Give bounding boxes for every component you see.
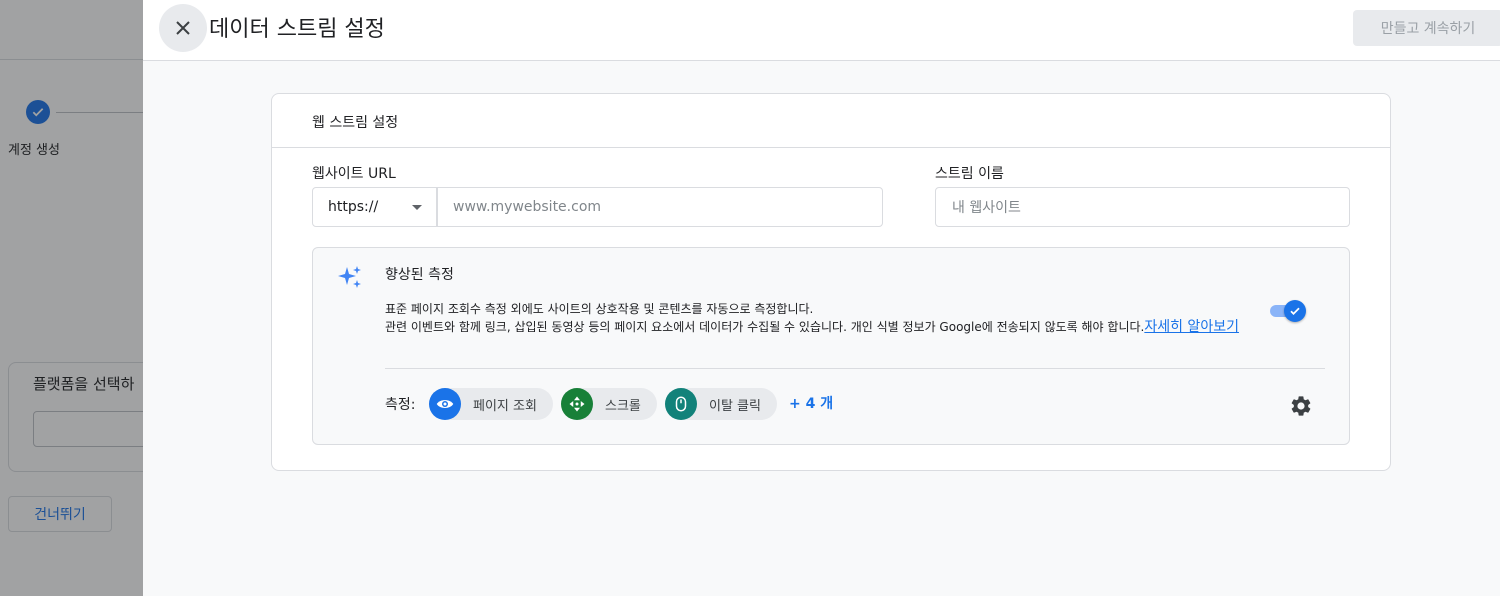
dropdown-arrow-icon <box>412 205 422 210</box>
website-url-input[interactable]: www.mywebsite.com <box>437 187 883 227</box>
create-and-continue-button[interactable]: 만들고 계속하기 <box>1353 10 1500 46</box>
drawer-title: 데이터 스트림 설정 <box>209 17 385 42</box>
chip-label: 페이지 조회 <box>473 398 537 414</box>
data-stream-drawer: 데이터 스트림 설정 만들고 계속하기 웹 스트림 설정 웹사이트 URL ht… <box>143 0 1500 596</box>
description-line-2-text: 관련 이벤트와 함께 링크, 삽입된 동영상 등의 페이지 요소에서 데이터가 … <box>385 320 1145 334</box>
enhanced-measurement-toggle[interactable] <box>1268 300 1306 322</box>
chip-label: 이탈 클릭 <box>709 398 761 414</box>
chip-outbound-clicks: 이탈 클릭 <box>665 388 777 420</box>
protocol-value: https:// <box>328 199 379 215</box>
stream-name-label: 스트림 이름 <box>935 166 1004 182</box>
scroll-icon <box>561 388 593 420</box>
eye-icon <box>429 388 461 420</box>
chip-page-views: 페이지 조회 <box>429 388 553 420</box>
website-url-label: 웹사이트 URL <box>312 166 396 182</box>
learn-more-link[interactable]: 자세히 알아보기 <box>1144 319 1239 335</box>
mouse-icon <box>665 388 697 420</box>
web-stream-settings-card: 웹 스트림 설정 웹사이트 URL https:// www.mywebsite… <box>271 93 1391 471</box>
stream-name-input[interactable]: 내 웹사이트 <box>935 187 1350 227</box>
panel-divider <box>385 368 1325 369</box>
gear-icon[interactable] <box>1289 394 1313 418</box>
chip-scrolls: 스크롤 <box>561 388 657 420</box>
chip-label: 스크롤 <box>605 398 641 414</box>
measurements-label: 측정: <box>385 397 416 413</box>
card-title: 웹 스트림 설정 <box>312 115 399 131</box>
close-icon <box>176 21 190 35</box>
more-measurements-link[interactable]: + 4 개 <box>789 393 833 413</box>
drawer-header: 데이터 스트림 설정 만들고 계속하기 <box>143 0 1500 61</box>
protocol-select[interactable]: https:// <box>312 187 437 227</box>
check-icon <box>1290 307 1300 315</box>
sparkle-icon <box>338 266 361 288</box>
close-button[interactable] <box>159 4 207 52</box>
description-line-2: 관련 이벤트와 함께 링크, 삽입된 동영상 등의 페이지 요소에서 데이터가 … <box>385 318 1275 336</box>
enhanced-measurement-description: 표준 페이지 조회수 측정 외에도 사이트의 상호작용 및 콘텐츠를 자동으로 … <box>385 300 1275 336</box>
card-divider <box>272 147 1390 148</box>
enhanced-measurement-panel: 향상된 측정 표준 페이지 조회수 측정 외에도 사이트의 상호작용 및 콘텐츠… <box>312 247 1350 445</box>
enhanced-measurement-title: 향상된 측정 <box>385 267 454 283</box>
toggle-knob <box>1284 300 1306 322</box>
description-line-1: 표준 페이지 조회수 측정 외에도 사이트의 상호작용 및 콘텐츠를 자동으로 … <box>385 302 814 316</box>
